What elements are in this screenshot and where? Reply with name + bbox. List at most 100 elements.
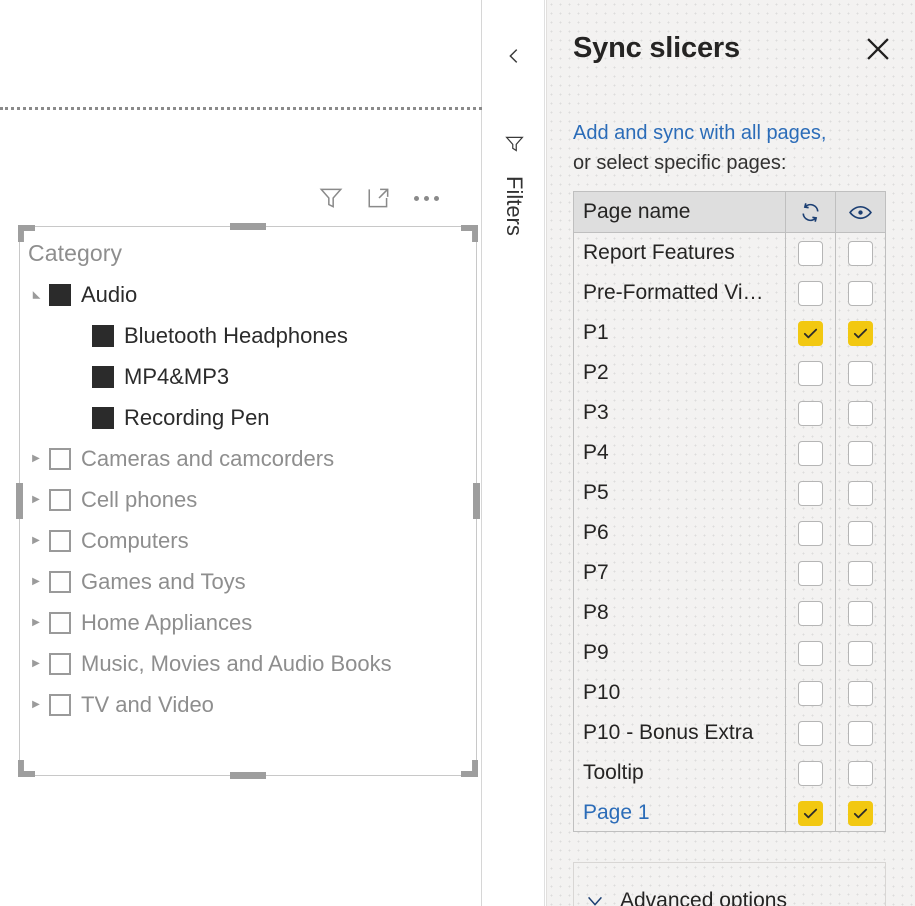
category-slicer-visual[interactable]: Category AudioBluetooth HeadphonesMP4&MP… <box>19 226 477 776</box>
visible-checkbox-cell[interactable] <box>835 433 885 473</box>
slicer-item[interactable]: Games and Toys <box>28 561 468 602</box>
visible-checkbox[interactable] <box>848 641 873 666</box>
sync-checkbox-cell[interactable] <box>785 753 835 793</box>
table-row[interactable]: P9 <box>574 633 885 673</box>
filter-icon[interactable] <box>483 126 545 160</box>
visible-checkbox-cell[interactable] <box>835 673 885 713</box>
expand-triangle-icon[interactable] <box>28 700 44 710</box>
visible-checkbox[interactable] <box>848 401 873 426</box>
expand-triangle-icon[interactable] <box>28 536 44 546</box>
slicer-item[interactable]: Recording Pen <box>28 397 468 438</box>
expand-triangle-icon[interactable] <box>28 577 44 587</box>
more-options-icon[interactable] <box>414 185 439 211</box>
slicer-checkbox[interactable] <box>49 489 71 511</box>
expand-triangle-icon[interactable] <box>28 495 44 505</box>
sync-checkbox[interactable] <box>798 681 823 706</box>
table-row[interactable]: P5 <box>574 473 885 513</box>
sync-checkbox[interactable] <box>798 241 823 266</box>
visible-checkbox-cell[interactable] <box>835 393 885 433</box>
collapse-triangle-icon[interactable] <box>28 290 44 300</box>
table-row[interactable]: P2 <box>574 353 885 393</box>
table-row[interactable]: P10 <box>574 673 885 713</box>
filter-icon[interactable] <box>318 185 344 211</box>
visible-checkbox-cell[interactable] <box>835 713 885 753</box>
visible-checkbox[interactable] <box>848 801 873 826</box>
table-row[interactable]: Report Features <box>574 233 885 273</box>
add-sync-all-pages-link[interactable]: Add and sync with all pages, <box>573 122 827 144</box>
visible-checkbox[interactable] <box>848 681 873 706</box>
sync-checkbox[interactable] <box>798 361 823 386</box>
slicer-checkbox[interactable] <box>49 530 71 552</box>
table-row[interactable]: P8 <box>574 593 885 633</box>
sync-checkbox[interactable] <box>798 601 823 626</box>
close-icon[interactable] <box>861 32 895 66</box>
sync-checkbox-cell[interactable] <box>785 433 835 473</box>
sync-checkbox-cell[interactable] <box>785 713 835 753</box>
table-row[interactable]: P3 <box>574 393 885 433</box>
sync-checkbox[interactable] <box>798 561 823 586</box>
table-row[interactable]: P1 <box>574 313 885 353</box>
sync-checkbox-cell[interactable] <box>785 593 835 633</box>
table-row[interactable]: P10 - Bonus Extra <box>574 713 885 753</box>
visible-checkbox[interactable] <box>848 361 873 386</box>
slicer-item[interactable]: MP4&MP3 <box>28 356 468 397</box>
sync-checkbox[interactable] <box>798 521 823 546</box>
table-row[interactable]: P4 <box>574 433 885 473</box>
slicer-item[interactable]: Home Appliances <box>28 602 468 643</box>
sync-checkbox-cell[interactable] <box>785 553 835 593</box>
resize-handle-top[interactable] <box>230 223 266 230</box>
visible-checkbox-cell[interactable] <box>835 233 885 273</box>
chevron-left-icon[interactable] <box>483 36 545 76</box>
slicer-checkbox[interactable] <box>92 325 114 347</box>
eye-icon[interactable] <box>835 192 885 232</box>
slicer-checkbox[interactable] <box>49 448 71 470</box>
sync-checkbox[interactable] <box>798 721 823 746</box>
visible-checkbox-cell[interactable] <box>835 353 885 393</box>
sync-checkbox[interactable] <box>798 761 823 786</box>
slicer-checkbox[interactable] <box>49 653 71 675</box>
visible-checkbox-cell[interactable] <box>835 473 885 513</box>
visible-checkbox-cell[interactable] <box>835 513 885 553</box>
visible-checkbox-cell[interactable] <box>835 753 885 793</box>
visible-checkbox[interactable] <box>848 721 873 746</box>
slicer-item[interactable]: Cell phones <box>28 479 468 520</box>
visible-checkbox[interactable] <box>848 241 873 266</box>
table-row[interactable]: Pre-Formatted Vi… <box>574 273 885 313</box>
slicer-item-list[interactable]: AudioBluetooth HeadphonesMP4&MP3Recordin… <box>28 274 468 725</box>
sync-checkbox[interactable] <box>798 441 823 466</box>
slicer-item[interactable]: Computers <box>28 520 468 561</box>
resize-handle-right[interactable] <box>473 483 480 519</box>
slicer-item[interactable]: Cameras and camcorders <box>28 438 468 479</box>
expand-triangle-icon[interactable] <box>28 659 44 669</box>
resize-handle-bottom[interactable] <box>230 772 266 779</box>
sync-checkbox-cell[interactable] <box>785 353 835 393</box>
table-row[interactable]: P7 <box>574 553 885 593</box>
table-row[interactable]: Tooltip <box>574 753 885 793</box>
sync-checkbox-cell[interactable] <box>785 233 835 273</box>
visible-checkbox-cell[interactable] <box>835 633 885 673</box>
sync-checkbox-cell[interactable] <box>785 393 835 433</box>
expand-triangle-icon[interactable] <box>28 454 44 464</box>
visible-checkbox[interactable] <box>848 761 873 786</box>
sync-checkbox[interactable] <box>798 401 823 426</box>
focus-mode-icon[interactable] <box>366 185 392 211</box>
visible-checkbox[interactable] <box>848 561 873 586</box>
slicer-checkbox[interactable] <box>49 612 71 634</box>
expand-triangle-icon[interactable] <box>28 618 44 628</box>
sync-checkbox-cell[interactable] <box>785 273 835 313</box>
slicer-item[interactable]: Music, Movies and Audio Books <box>28 643 468 684</box>
slicer-checkbox[interactable] <box>92 407 114 429</box>
sync-checkbox-cell[interactable] <box>785 633 835 673</box>
chevron-down-icon[interactable] <box>584 890 606 906</box>
visible-checkbox-cell[interactable] <box>835 313 885 353</box>
slicer-checkbox[interactable] <box>92 366 114 388</box>
slicer-item[interactable]: TV and Video <box>28 684 468 725</box>
visible-checkbox-cell[interactable] <box>835 273 885 313</box>
slicer-checkbox[interactable] <box>49 284 71 306</box>
table-row[interactable]: P6 <box>574 513 885 553</box>
sync-checkbox[interactable] <box>798 281 823 306</box>
visible-checkbox[interactable] <box>848 321 873 346</box>
table-row[interactable]: Page 1 <box>574 793 885 832</box>
report-canvas[interactable]: Category AudioBluetooth HeadphonesMP4&MP… <box>0 0 482 906</box>
resize-handle-left[interactable] <box>16 483 23 519</box>
